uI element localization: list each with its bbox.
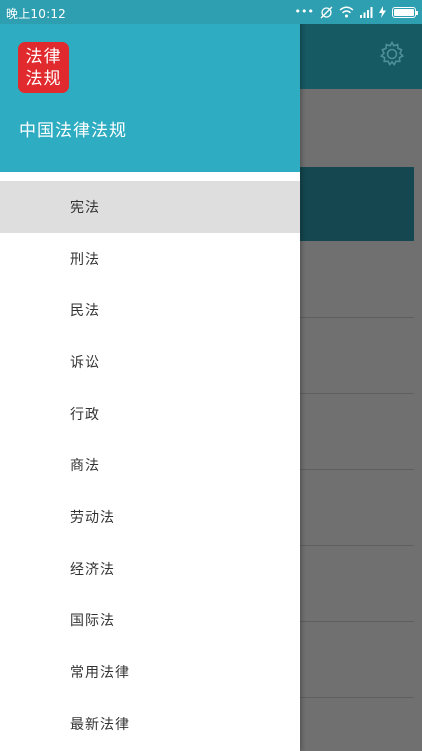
menu-item-label: 常用法律: [70, 665, 130, 682]
logo-text-line2: 法规: [25, 68, 62, 89]
menu-item-administrative[interactable]: 行政: [0, 388, 300, 440]
status-time: 晚上10:12: [6, 7, 66, 21]
menu-item-civil-law[interactable]: 民法: [0, 284, 300, 336]
dots-icon: •••: [294, 5, 314, 18]
menu-item-label: 刑法: [70, 251, 100, 268]
drawer-header: 法律 法规 中国法律法规: [0, 0, 300, 172]
menu-item-label: 商法: [70, 458, 100, 475]
highlight-card: [296, 167, 414, 241]
signal-icon: [360, 6, 373, 18]
menu-item-label: 劳动法: [70, 509, 115, 526]
menu-item-international-law[interactable]: 国际法: [0, 595, 300, 647]
menu-item-commercial-law[interactable]: 商法: [0, 439, 300, 491]
drawer-menu: 宪法 刑法 民法 诉讼 行政 商法 劳动法 经济法 国际法 常用法律 最新法律: [0, 181, 300, 750]
battery-level: [394, 8, 414, 16]
status-bar: 晚上10:12 •••: [0, 0, 422, 24]
charging-icon: [379, 6, 386, 18]
wifi-icon: [339, 6, 354, 18]
menu-item-litigation[interactable]: 诉讼: [0, 336, 300, 388]
divider: [300, 697, 414, 698]
gear-icon[interactable]: [378, 40, 406, 68]
divider: [300, 621, 414, 622]
menu-item-label: 宪法: [70, 199, 100, 216]
divider: [300, 469, 414, 470]
status-icons: •••: [294, 4, 418, 20]
menu-item-label: 经济法: [70, 561, 115, 578]
menu-item-label: 国际法: [70, 613, 115, 630]
sync-icon: [320, 6, 333, 18]
menu-item-common-laws[interactable]: 常用法律: [0, 646, 300, 698]
menu-item-economic-law[interactable]: 经济法: [0, 543, 300, 595]
menu-item-label: 最新法律: [70, 716, 130, 733]
battery-icon: [392, 6, 418, 18]
navigation-drawer: 法律 法规 中国法律法规 宪法 刑法 民法 诉讼 行政 商法 劳动法 经济法 国…: [0, 0, 300, 751]
logo-text-line1: 法律: [25, 46, 62, 67]
menu-item-label: 诉讼: [70, 354, 100, 371]
menu-item-criminal-law[interactable]: 刑法: [0, 233, 300, 285]
menu-item-constitution[interactable]: 宪法: [0, 181, 300, 233]
divider: [300, 545, 414, 546]
divider: [300, 393, 414, 394]
menu-item-label: 民法: [70, 303, 100, 320]
divider: [300, 317, 414, 318]
menu-item-latest-laws[interactable]: 最新法律: [0, 698, 300, 750]
menu-item-labor-law[interactable]: 劳动法: [0, 491, 300, 543]
menu-item-label: 行政: [70, 406, 100, 423]
app-logo: 法律 法规: [18, 42, 69, 93]
app-title: 中国法律法规: [19, 121, 127, 141]
